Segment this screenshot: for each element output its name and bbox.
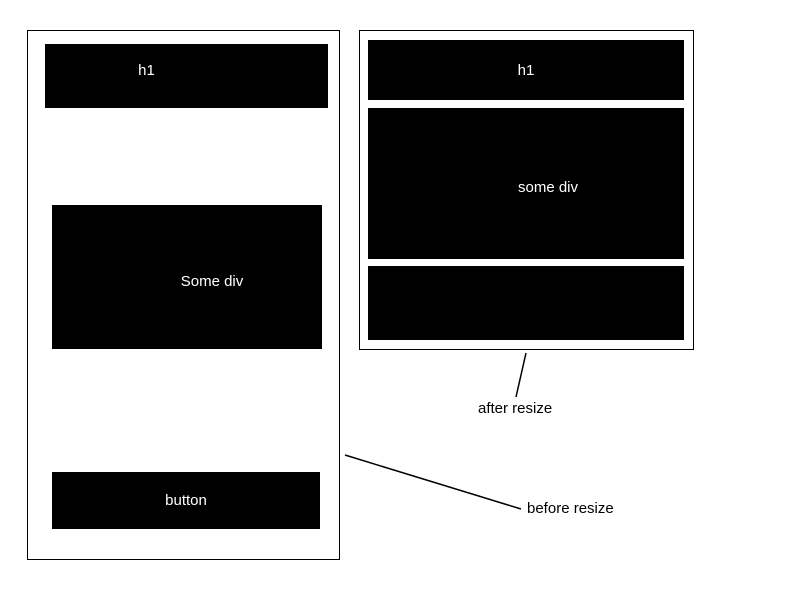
before-resize-container: h1 Some div button	[27, 30, 340, 560]
content-div-box: some div	[368, 108, 684, 259]
after-resize-label: after resize	[478, 400, 552, 417]
heading-box: h1	[368, 40, 684, 100]
heading-label: h1	[138, 62, 155, 79]
before-resize-label: before resize	[527, 500, 614, 517]
after-resize-container: h1 some div	[359, 30, 694, 350]
content-div-label: some div	[518, 179, 578, 196]
content-div-label: Some div	[181, 273, 244, 290]
heading-box: h1	[45, 44, 328, 108]
button-label: button	[165, 492, 207, 509]
content-div-box: Some div	[52, 205, 322, 349]
button-box: button	[52, 472, 320, 529]
button-box	[368, 266, 684, 340]
heading-label: h1	[518, 62, 535, 79]
